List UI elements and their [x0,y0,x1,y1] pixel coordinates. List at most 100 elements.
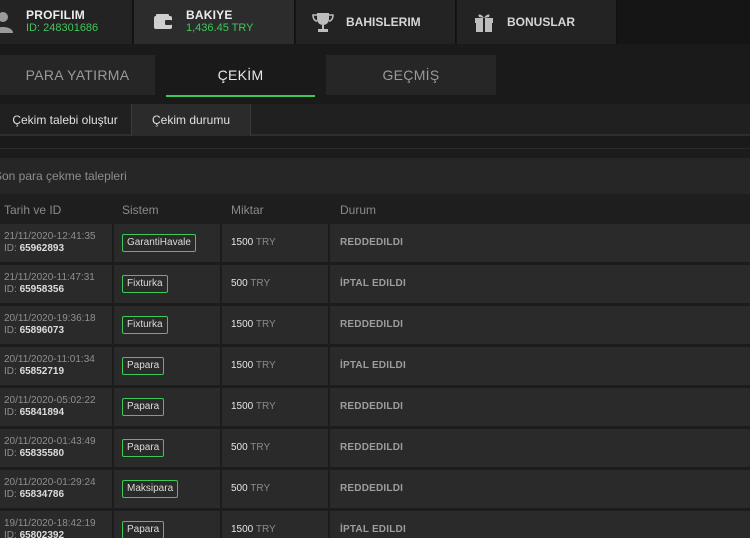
cell-date-id: 20/11/2020-11:01:34 ID: 65852719 [0,347,112,385]
active-tab-underline [166,95,315,97]
tab-withdraw[interactable]: ÇEKİM [166,55,315,97]
id-value: 65896073 [19,325,65,336]
system-badge: Papara [122,439,165,457]
table-header: Tarih ve ID Sistem Miktar Durum [0,194,750,224]
system-badge: Papara [122,521,165,538]
id-value: 65835580 [19,448,65,459]
cell-system: Maksipara [114,470,220,508]
row-amount: 1500 TRY [231,237,276,248]
row-id: ID: 65802392 [4,530,64,538]
amount-value: 500 [231,483,251,494]
tab-withdrawal-status[interactable]: Çekim durumu [131,104,251,136]
amount-value: 500 [231,442,251,453]
row-id: ID: 65962893 [4,243,64,254]
system-badge: Papara [122,357,165,375]
amount-value: 500 [231,278,251,289]
amount-currency: TRY [250,442,271,453]
system-badge: Maksipara [122,480,179,498]
amount-currency: TRY [255,360,276,371]
id-prefix: ID: [4,530,20,538]
cell-system: Papara [114,388,220,426]
tab-bonuses[interactable]: BONUSLAR [457,0,617,44]
cell-system: Fixturka [114,265,220,303]
id-prefix: ID: [4,448,20,459]
cell-system: Papara [114,511,220,538]
header-system: Sistem [122,203,159,217]
cell-system: Papara [114,429,220,467]
balance-amount: 1,436.45 TRY [186,22,254,34]
top-navigation: PROFILIM ID: 248301686 BAKIYE 1,436.45 T… [0,0,750,44]
row-id: ID: 65852719 [4,366,64,377]
row-amount: 1500 TRY [231,401,276,412]
user-icon [0,11,14,33]
row-id: ID: 65958356 [4,284,64,295]
section-title: Son para çekme talepleri [0,158,750,194]
amount-currency: TRY [255,319,276,330]
id-value: 65841894 [19,407,65,418]
row-date: 19/11/2020-18:42:19 [4,518,96,529]
cell-status: İPTAL EDILDI [330,347,750,385]
cell-status: İPTAL EDILDI [330,265,750,303]
row-status: İPTAL EDILDI [340,360,406,371]
cell-status: REDDEDILDI [330,470,750,508]
table-row: 21/11/2020-12:41:35 ID: 65962893 GarantiHa… [0,224,750,262]
amount-currency: TRY [255,237,276,248]
bonuses-label: BONUSLAR [507,15,575,29]
cell-date-id: 21/11/2020-12:41:35 ID: 65962893 [0,224,112,262]
profile-label: PROFILIM [26,8,85,22]
header-date-id: Tarih ve ID [4,203,62,217]
cell-system: GarantiHavale [114,224,220,262]
table-row: 21/11/2020-11:47:31 ID: 65958356 Fixturka 5… [0,265,750,303]
row-status: REDDEDILDI [340,401,404,412]
system-badge: Fixturka [122,316,168,334]
cell-date-id: 19/11/2020-18:42:19 ID: 65802392 [0,511,112,538]
row-date: 20/11/2020-05:02:22 [4,395,96,406]
amount-currency: TRY [255,401,276,412]
tab-deposit[interactable]: PARA YATIRMA [0,55,155,95]
bets-label: BAHISLERIM [346,15,421,29]
tab-create-withdrawal[interactable]: Çekim talebi oluştur [0,104,130,136]
row-date: 20/11/2020-19:36:18 [4,313,96,324]
row-date: 20/11/2020-11:01:34 [4,354,95,365]
withdraw-subtabs: Çekim talebi oluştur Çekim durumu [0,104,750,136]
section-title-text: Son para çekme talepleri [0,169,127,183]
amount-currency: TRY [255,524,276,535]
tab-withdraw-label: ÇEKİM [217,67,264,83]
profile-id: ID: 248301686 [26,22,99,34]
tab-balance[interactable]: BAKIYE 1,436.45 TRY [134,0,295,44]
balance-label: BAKIYE [186,8,233,22]
system-badge: Fixturka [122,275,168,293]
cell-date-id: 20/11/2020-01:29:24 ID: 65834786 [0,470,112,508]
table-row: 20/11/2020-01:43:49 ID: 65835580 Papara 500… [0,429,750,467]
cell-amount: 1500 TRY [222,388,328,426]
table-row: 20/11/2020-11:01:34 ID: 65852719 Papara 150… [0,347,750,385]
id-value: 65852719 [19,366,65,377]
row-status: REDDEDILDI [340,483,404,494]
system-badge: GarantiHavale [122,234,196,252]
cell-date-id: 20/11/2020-05:02:22 ID: 65841894 [0,388,112,426]
id-prefix: ID: [4,407,20,418]
cell-system: Fixturka [114,306,220,344]
divider [0,136,750,149]
cell-amount: 1500 TRY [222,511,328,538]
id-prefix: ID: [4,366,20,377]
id-value: 65834786 [19,489,65,500]
tab-history[interactable]: GEÇMİŞ [326,55,496,95]
tab-bets[interactable]: BAHISLERIM [296,0,456,44]
id-prefix: ID: [4,243,20,254]
row-status: REDDEDILDI [340,442,404,453]
id-prefix: ID: [4,489,20,500]
row-status: İPTAL EDILDI [340,524,406,535]
amount-currency: TRY [250,278,271,289]
row-date: 20/11/2020-01:43:49 [4,436,96,447]
id-prefix: ID: [4,284,20,295]
header-status: Durum [340,203,377,217]
amount-value: 1500 [231,360,256,371]
cell-amount: 1500 TRY [222,306,328,344]
cell-status: REDDEDILDI [330,224,750,262]
cell-date-id: 20/11/2020-01:43:49 ID: 65835580 [0,429,112,467]
row-id: ID: 65834786 [4,489,64,500]
tab-profile[interactable]: PROFILIM ID: 248301686 [0,0,133,44]
row-id: ID: 65896073 [4,325,64,336]
row-amount: 1500 TRY [231,524,276,535]
